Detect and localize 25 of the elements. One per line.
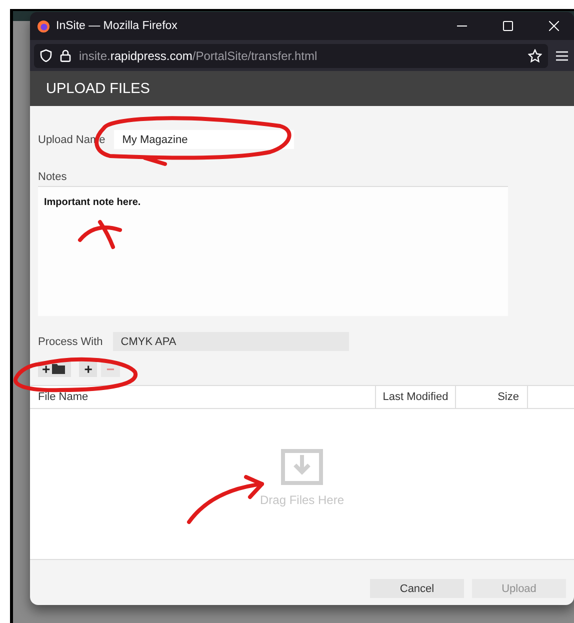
field-label: Process With [38, 336, 103, 348]
add-button[interactable]: + [79, 361, 98, 377]
column-header[interactable]: File Name [30, 386, 376, 408]
address-bar[interactable]: insite.rapidpress.com/PortalSite/transfer.html [34, 44, 548, 68]
folder-icon [52, 364, 66, 374]
browser-logo-icon [37, 20, 50, 32]
download-icon [281, 449, 323, 485]
window-title: InSite — Mozilla Firefox [56, 20, 178, 32]
shield-icon [40, 49, 52, 62]
field-label: Notes [38, 171, 68, 183]
close-icon [549, 21, 559, 31]
upload-name-field[interactable]: My Magazine [114, 130, 294, 149]
lock-icon [60, 49, 71, 62]
process-with-field[interactable]: CMYK APA [112, 332, 349, 351]
drop-hint: Drag Files Here [260, 493, 344, 507]
menu-icon[interactable] [556, 50, 568, 60]
maximize-icon [503, 21, 513, 31]
url-text: insite.rapidpress.com/PortalSite/transfer.html [79, 48, 318, 62]
annotation-arrow [78, 220, 122, 249]
star-icon[interactable] [528, 48, 542, 62]
column-header[interactable]: Size [456, 386, 528, 408]
column-header[interactable]: Last Modified [376, 386, 456, 408]
cancel-button[interactable]: Cancel [370, 579, 464, 598]
notes-field[interactable]: Important note here. [38, 186, 508, 316]
dialog-title: UPLOAD FILES [30, 71, 574, 106]
